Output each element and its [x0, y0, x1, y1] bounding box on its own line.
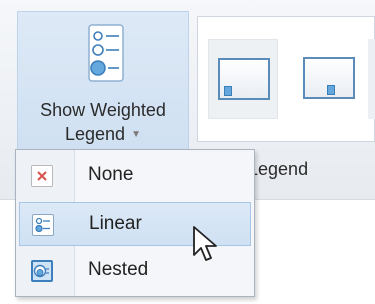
- dropdown-arrow-icon: ▼: [131, 129, 141, 140]
- weighted-legend-dropdown-menu: None Linear Nested: [15, 149, 255, 297]
- linear-legend-icon: [32, 214, 54, 236]
- gallery-item-legend-bottom-left[interactable]: [208, 39, 278, 119]
- legend-layout-thumbnail-icon: [218, 58, 270, 100]
- mouse-cursor-icon: [192, 225, 218, 263]
- legend-marker: [327, 85, 335, 95]
- legend-marker: [224, 86, 232, 96]
- none-icon: [31, 165, 53, 187]
- show-weighted-legend-label: Show Weighted Legend ▼: [18, 98, 188, 147]
- menu-item-label: Linear: [89, 213, 142, 234]
- nested-legend-icon: [31, 260, 53, 282]
- menu-item-label: Nested: [88, 259, 149, 280]
- ribbon-screenshot: Show Weighted Legend ▼ d Legend None Lin…: [0, 0, 375, 304]
- weighted-legend-icon: [88, 24, 124, 82]
- gallery-item-legend-bottom-center[interactable]: [294, 39, 364, 119]
- button-label-line1: Show Weighted: [40, 100, 166, 120]
- legend-layout-thumbnail-icon: [303, 57, 355, 99]
- gallery-item-partial: [368, 39, 375, 119]
- menu-item-none[interactable]: None: [19, 154, 251, 198]
- show-weighted-legend-button[interactable]: Show Weighted Legend ▼: [17, 11, 189, 153]
- button-label-line2: Legend: [65, 124, 126, 144]
- menu-item-label: None: [88, 164, 134, 185]
- legend-gallery: [197, 16, 375, 142]
